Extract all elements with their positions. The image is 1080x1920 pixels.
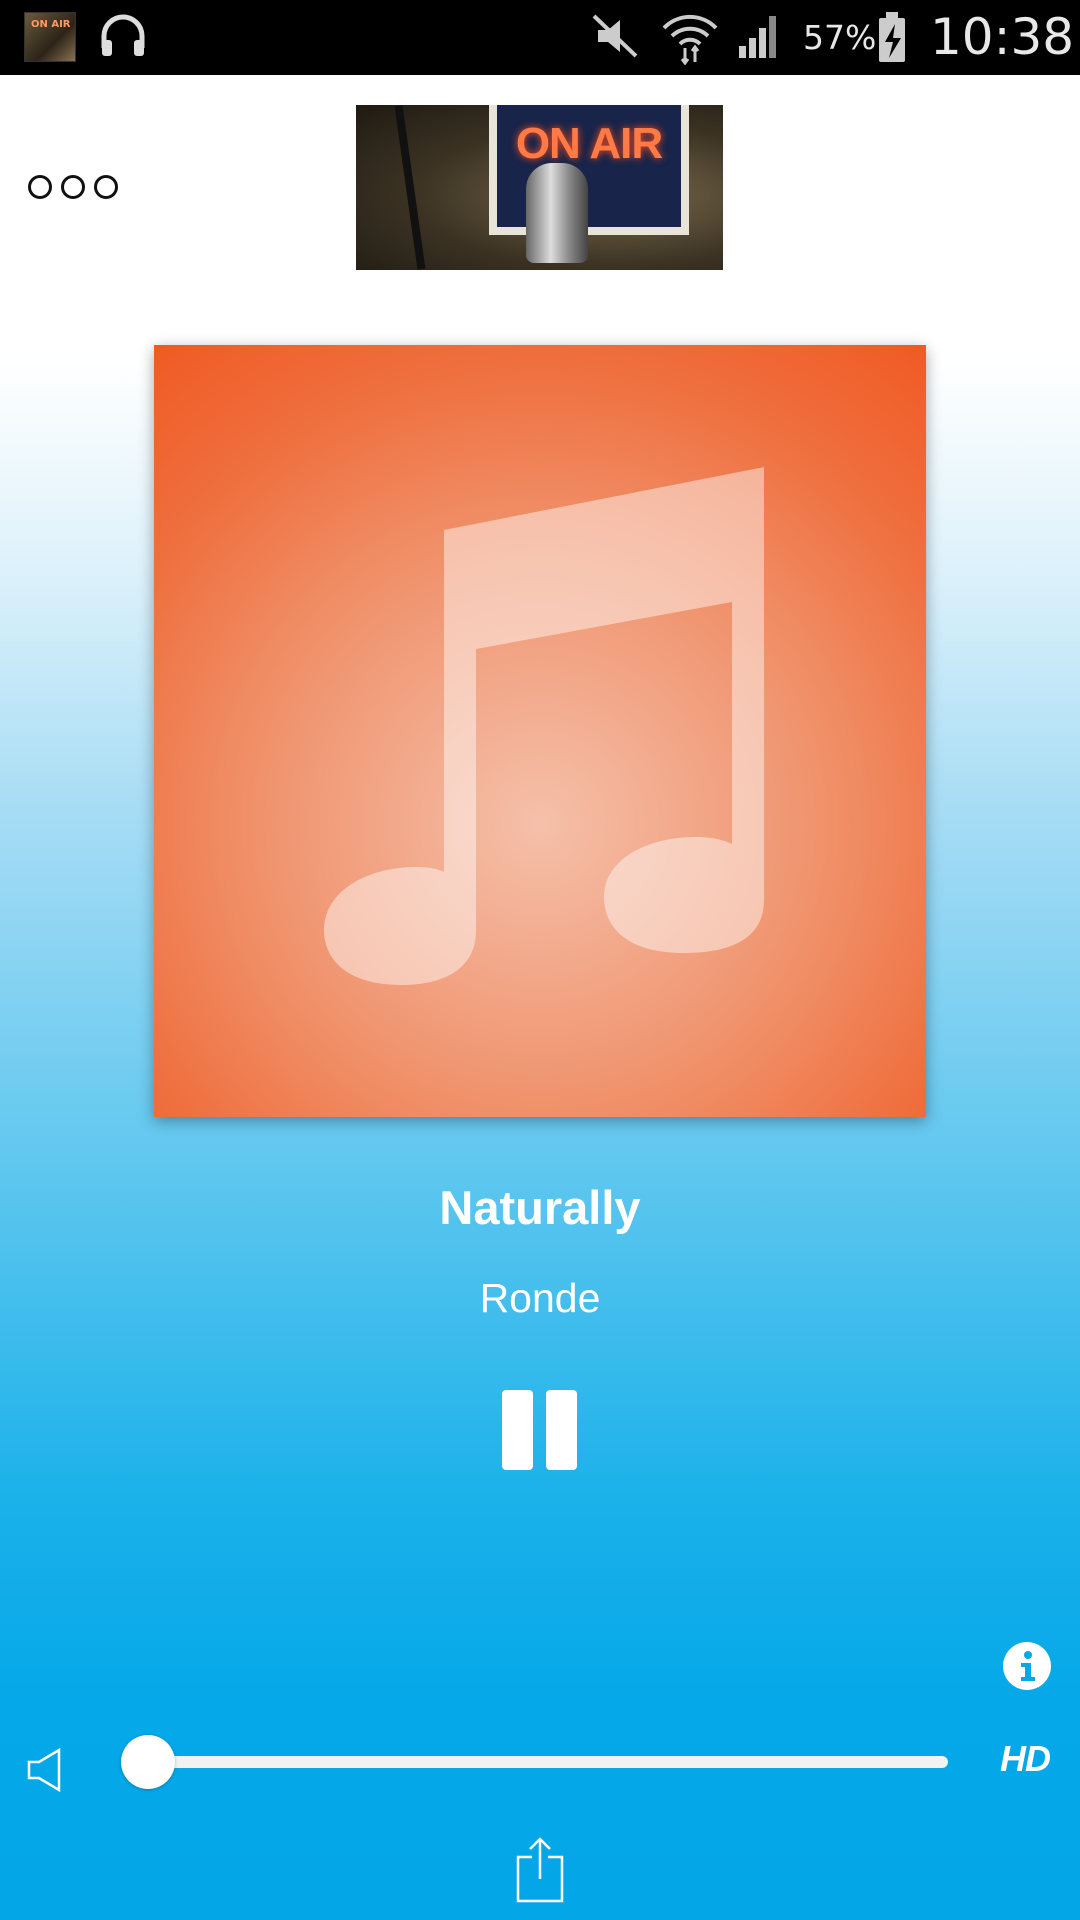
share-icon[interactable] xyxy=(514,1835,566,1905)
album-artwork xyxy=(154,345,926,1117)
pause-icon-bar-right xyxy=(546,1390,577,1470)
info-button[interactable] xyxy=(1003,1642,1051,1690)
mic-stand xyxy=(394,105,426,270)
mute-icon xyxy=(592,14,638,58)
station-logo: ON AIR xyxy=(356,105,723,270)
pause-icon-bar-left xyxy=(502,1390,533,1470)
volume-slider-knob[interactable] xyxy=(121,1735,175,1789)
music-note-icon xyxy=(324,467,764,985)
battery-percent: 57% xyxy=(803,18,877,57)
wifi-icon xyxy=(662,14,718,65)
song-title: Naturally xyxy=(439,1181,641,1234)
speaker-icon[interactable] xyxy=(26,1748,66,1792)
volume-slider-track[interactable] xyxy=(148,1756,948,1768)
dot xyxy=(94,175,118,199)
clock: 10:38 xyxy=(930,8,1075,66)
app-notification-icon: ON AIR xyxy=(24,12,76,62)
info-icon xyxy=(1021,1651,1035,1681)
pause-button[interactable] xyxy=(500,1390,580,1470)
headphones-icon xyxy=(101,14,145,56)
song-artist: Ronde xyxy=(479,1275,601,1321)
app-icon-text: ON AIR xyxy=(31,19,71,30)
signal-icon xyxy=(739,16,776,58)
dot xyxy=(28,175,52,199)
battery-charging-icon xyxy=(879,12,905,62)
on-air-sign: ON AIR xyxy=(489,105,689,235)
more-dots-icon[interactable] xyxy=(28,172,124,202)
on-air-text: ON AIR xyxy=(515,119,663,168)
microphone xyxy=(526,163,588,263)
dot xyxy=(61,175,85,199)
hd-quality-toggle[interactable]: HD xyxy=(1000,1738,1051,1780)
status-bar: ON AIR 57% 10:38 xyxy=(0,0,1080,75)
